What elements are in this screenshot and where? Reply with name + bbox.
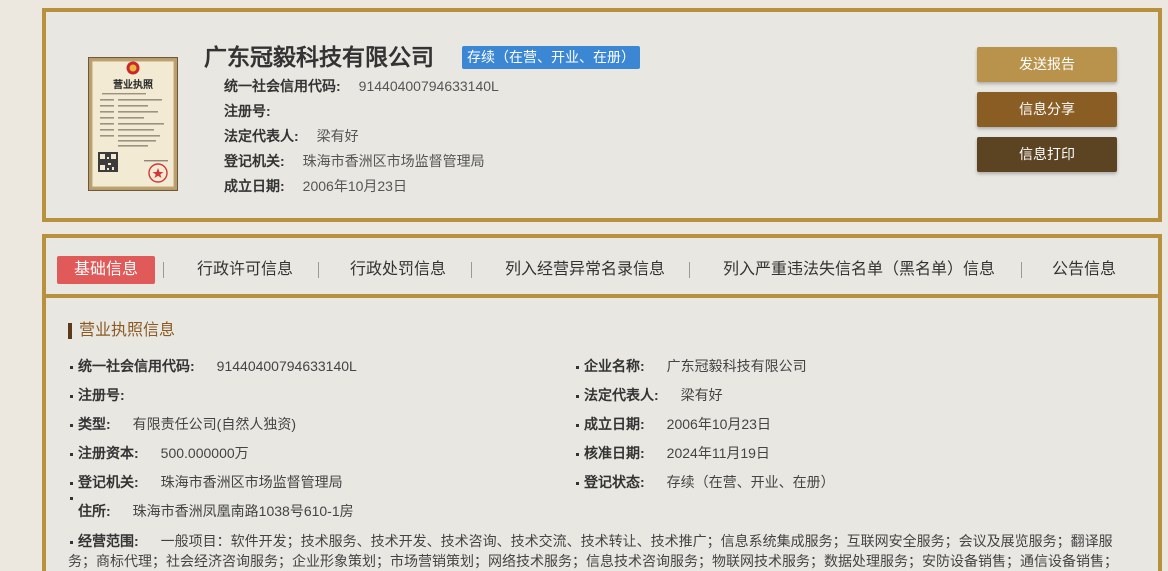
field-registration-authority: 登记机关: 珠海市香洲区市场监督管理局 (68, 468, 574, 497)
summary-value: 珠海市香洲区市场监督管理局 (302, 153, 485, 169)
field-value: 91440400794633140L (216, 358, 357, 374)
tab-administrative-penalty[interactable]: 行政处罚信息 (350, 256, 446, 284)
field-credit-code: 统一社会信用代码: 91440400794633140L (68, 352, 574, 381)
summary-label: 成立日期: (224, 178, 285, 194)
field-row: 注册号: 法定代表人: 梁有好 (68, 381, 1122, 410)
field-approval-date: 核准日期: 2024年11月19日 (574, 439, 1122, 468)
field-label: 住所: (78, 503, 111, 519)
field-label: 注册资本: (78, 445, 139, 461)
field-establish-date: 成立日期: 2006年10月23日 (574, 410, 1122, 439)
tab-abnormal-operation-list[interactable]: 列入经营异常名录信息 (505, 256, 665, 284)
field-value: 500.000000万 (160, 445, 249, 461)
qr-code-icon (98, 152, 118, 172)
field-label: 注册号: (78, 387, 125, 403)
share-info-button[interactable]: 信息分享 (977, 92, 1117, 127)
status-badge: 存续（在营、开业、在册） (462, 46, 640, 69)
summary-value: 91440400794633140L (358, 78, 499, 94)
field-business-scope: 经营范围: 一般项目：软件开发；技术服务、技术开发、技术咨询、技术交流、技术转让、… (68, 526, 1122, 571)
field-company-name: 企业名称: 广东冠毅科技有限公司 (574, 352, 1122, 381)
company-header-card: 营业执照 广东冠毅科技有限公司 存续（在营、开业、在册） 统一社会信用代码: 9… (42, 8, 1162, 222)
tab-separator (1021, 262, 1022, 278)
summary-legal-representative: 法定代表人: 梁有好 (224, 124, 499, 149)
tab-blacklist[interactable]: 列入严重违法失信名单（黑名单）信息 (723, 256, 995, 284)
tab-separator (689, 262, 690, 278)
field-label: 法定代表人: (584, 387, 659, 403)
summary-establish-date: 成立日期: 2006年10月23日 (224, 174, 499, 199)
field-value: 存续（在营、开业、在册） (666, 474, 835, 490)
field-value: 梁有好 (680, 387, 723, 403)
summary-label: 登记机关: (224, 153, 285, 169)
business-license-fields: 统一社会信用代码: 91440400794633140L 企业名称: 广东冠毅科技有… (68, 352, 1122, 571)
summary-credit-code: 统一社会信用代码: 91440400794633140L (224, 74, 499, 99)
summary-registration-number: 注册号: (224, 99, 499, 124)
field-registration-status: 登记状态: 存续（在营、开业、在册） (574, 468, 1122, 497)
section-title: 营业执照信息 (79, 322, 176, 339)
field-legal-representative: 法定代表人: 梁有好 (574, 381, 1122, 410)
section-title-bar (68, 323, 72, 339)
field-label: 登记状态: (584, 474, 645, 490)
summary-label: 法定代表人: (224, 128, 299, 144)
field-row: 登记机关: 珠海市香洲区市场监督管理局 登记状态: 存续（在营、开业、在册） (68, 468, 1122, 497)
license-title: 营业执照 (113, 78, 153, 91)
print-info-button[interactable]: 信息打印 (977, 137, 1117, 172)
tab-bar: 基础信息 行政许可信息 行政处罚信息 列入经营异常名录信息 列入严重违法失信名单… (46, 238, 1158, 298)
tab-separator (318, 262, 319, 278)
field-value: 珠海市香洲区市场监督管理局 (160, 474, 343, 490)
field-company-type: 类型: 有限责任公司(自然人独资) (68, 410, 574, 439)
field-label: 经营范围: (78, 533, 139, 549)
field-row: 注册资本: 500.000000万 核准日期: 2024年11月19日 (68, 439, 1122, 468)
company-detail-card: 基础信息 行政许可信息 行政处罚信息 列入经营异常名录信息 列入严重违法失信名单… (42, 234, 1162, 571)
tab-basic-info[interactable]: 基础信息 (57, 256, 155, 284)
tab-separator (163, 262, 164, 278)
field-address: 住所: 珠海市香洲凤凰南路1038号610-1房 (68, 497, 1122, 526)
field-value: 有限责任公司(自然人独资) (132, 416, 296, 432)
company-name: 广东冠毅科技有限公司 (204, 44, 434, 70)
summary-label: 统一社会信用代码: (224, 78, 341, 94)
field-label: 成立日期: (584, 416, 645, 432)
field-label: 企业名称: (584, 358, 645, 374)
company-summary-list: 统一社会信用代码: 91440400794633140L 注册号: 法定代表人: 梁… (224, 74, 499, 199)
summary-label: 注册号: (224, 103, 271, 119)
field-value: 珠海市香洲凤凰南路1038号610-1房 (132, 503, 354, 519)
field-label: 统一社会信用代码: (78, 358, 195, 374)
field-value: 一般项目：软件开发；技术服务、技术开发、技术咨询、技术交流、技术转让、技术推广；… (68, 533, 1118, 569)
tab-announcements[interactable]: 公告信息 (1052, 256, 1116, 284)
field-registration-number: 注册号: (68, 381, 574, 410)
national-emblem-icon (126, 61, 140, 75)
field-registered-capital: 注册资本: 500.000000万 (68, 439, 574, 468)
summary-value: 2006年10月23日 (302, 178, 407, 194)
field-label: 登记机关: (78, 474, 139, 490)
field-label: 类型: (78, 416, 111, 432)
field-value: 2024年11月19日 (666, 445, 770, 461)
field-value: 广东冠毅科技有限公司 (666, 358, 807, 374)
field-label: 核准日期: (584, 445, 645, 461)
field-value: 2006年10月23日 (666, 416, 771, 432)
business-license-image: 营业执照 (88, 57, 178, 191)
summary-registration-authority: 登记机关: 珠海市香洲区市场监督管理局 (224, 149, 499, 174)
send-report-button[interactable]: 发送报告 (977, 47, 1117, 82)
field-row: 统一社会信用代码: 91440400794633140L 企业名称: 广东冠毅科技有… (68, 352, 1122, 381)
tab-separator (471, 262, 472, 278)
tab-administrative-license[interactable]: 行政许可信息 (197, 256, 293, 284)
field-row: 类型: 有限责任公司(自然人独资) 成立日期: 2006年10月23日 (68, 410, 1122, 439)
summary-value: 梁有好 (316, 128, 359, 144)
